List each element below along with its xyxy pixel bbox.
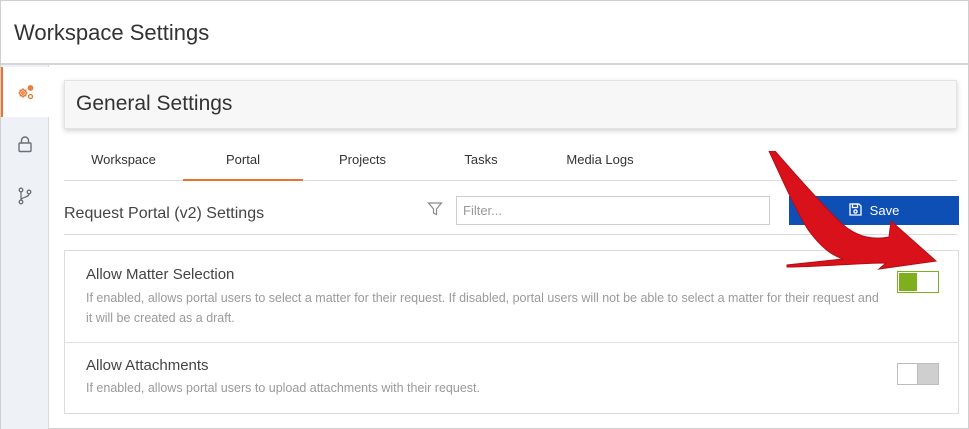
branch-icon	[17, 187, 33, 205]
filter-input[interactable]	[456, 196, 770, 225]
tab-workspace[interactable]: Workspace	[64, 143, 183, 181]
title-bar: Workspace Settings	[1, 1, 968, 65]
nav-item-security[interactable]	[1, 119, 49, 169]
setting-description: If enabled, allows portal users to uploa…	[86, 381, 480, 395]
window-title: Workspace Settings	[14, 20, 210, 45]
setting-title: Allow Attachments	[86, 357, 209, 374]
left-nav	[1, 65, 49, 429]
toggle-knob	[898, 364, 918, 384]
save-button[interactable]: Save	[789, 196, 959, 225]
setting-allow-matter-selection: Allow Matter Selection If enabled, allow…	[65, 251, 958, 342]
setting-allow-attachments: Allow Attachments If enabled, allows por…	[65, 342, 958, 414]
setting-description: If enabled, allows portal users to selec…	[86, 291, 879, 325]
general-settings-header: General Settings	[64, 80, 957, 129]
nav-item-general[interactable]	[1, 67, 49, 117]
tab-projects[interactable]: Projects	[303, 143, 422, 181]
cogs-icon	[16, 82, 36, 102]
page-title: General Settings	[76, 92, 233, 115]
allow-matter-selection-toggle[interactable]	[897, 271, 939, 293]
tab-portal[interactable]: Portal	[183, 143, 303, 181]
settings-tabs: Workspace Portal Projects Tasks Media Lo…	[64, 143, 957, 181]
tab-tasks[interactable]: Tasks	[422, 143, 540, 181]
nav-item-branches[interactable]	[1, 171, 49, 221]
save-icon	[849, 202, 862, 219]
toggle-fill	[899, 273, 917, 291]
filter-icon	[427, 201, 443, 222]
settings-list: Allow Matter Selection If enabled, allow…	[64, 250, 959, 414]
allow-attachments-toggle[interactable]	[897, 363, 939, 385]
section-title: Request Portal (v2) Settings	[64, 205, 265, 222]
lock-icon	[17, 135, 33, 153]
tab-media-logs[interactable]: Media Logs	[540, 143, 660, 181]
settings-window: Workspace Settings General Settings Work…	[0, 0, 969, 429]
section-divider	[64, 234, 957, 235]
save-label: Save	[869, 203, 900, 218]
setting-title: Allow Matter Selection	[86, 266, 235, 283]
